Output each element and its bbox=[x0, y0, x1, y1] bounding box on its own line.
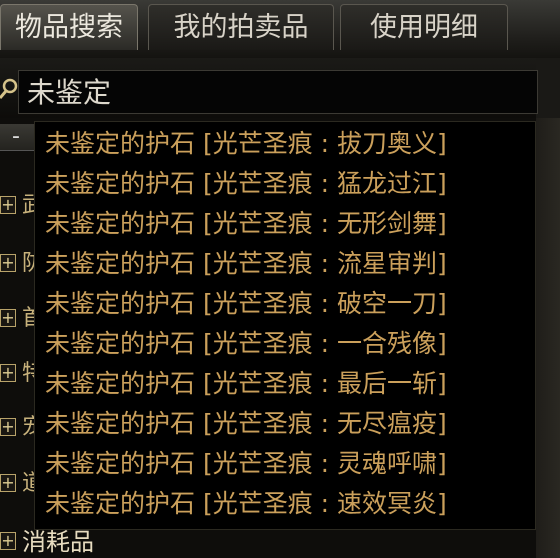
suggestion-item[interactable]: 未鉴定的护石 [光芒圣痕 : 一合残像] bbox=[45, 324, 447, 364]
expand-icon[interactable]: + bbox=[0, 474, 16, 492]
suggestion-item[interactable]: 未鉴定的护石 [光芒圣痕 : 无形剑舞] bbox=[45, 204, 447, 244]
tab-bar: 物品搜索 我的拍卖品 使用明细 bbox=[0, 0, 560, 58]
suggestion-item[interactable]: 未鉴定的护石 [光芒圣痕 : 速效冥炎] bbox=[45, 484, 447, 524]
suggestion-item[interactable]: 未鉴定的护石 [光芒圣痕 : 无尽瘟疫] bbox=[45, 404, 447, 444]
suggestion-item[interactable]: 未鉴定的护石 [光芒圣痕 : 破空一刀] bbox=[45, 284, 447, 324]
panel-edge bbox=[536, 58, 560, 118]
category-header: - bbox=[0, 124, 34, 151]
tab-item-search[interactable]: 物品搜索 bbox=[0, 4, 138, 50]
category-label: 消耗品 bbox=[22, 528, 94, 556]
expand-icon[interactable]: + bbox=[0, 364, 16, 382]
tab-my-auctions[interactable]: 我的拍卖品 bbox=[148, 4, 334, 50]
search-icon bbox=[0, 78, 18, 100]
suggestion-item[interactable]: 未鉴定的护石 [光芒圣痕 : 最后一斩] bbox=[45, 364, 447, 404]
expand-icon[interactable]: + bbox=[0, 196, 16, 214]
suggestion-item[interactable]: 未鉴定的护石 [光芒圣痕 : 猛龙过江] bbox=[45, 164, 447, 204]
suggestion-item[interactable]: 未鉴定的护石 [光芒圣痕 : 灵魂呼啸] bbox=[45, 444, 447, 484]
expand-icon[interactable]: + bbox=[0, 418, 16, 436]
expand-icon[interactable]: + bbox=[0, 532, 16, 550]
category-row-consumables[interactable]: + 消耗品 bbox=[0, 528, 140, 556]
autocomplete-dropdown: 未鉴定的护石 [光芒圣痕 : 拔刀奥义] 未鉴定的护石 [光芒圣痕 : 猛龙过江… bbox=[34, 121, 536, 530]
suggestion-item[interactable]: 未鉴定的护石 [光芒圣痕 : 拔刀奥义] bbox=[45, 124, 447, 164]
expand-icon[interactable]: + bbox=[0, 254, 16, 272]
expand-icon[interactable]: + bbox=[0, 309, 16, 327]
tab-usage-details[interactable]: 使用明细 bbox=[340, 4, 508, 50]
search-input[interactable]: 未鉴定 bbox=[18, 70, 538, 114]
suggestion-item[interactable]: 未鉴定的护石 [光芒圣痕 : 流星审判] bbox=[45, 244, 447, 284]
scrollbar[interactable] bbox=[536, 118, 560, 558]
